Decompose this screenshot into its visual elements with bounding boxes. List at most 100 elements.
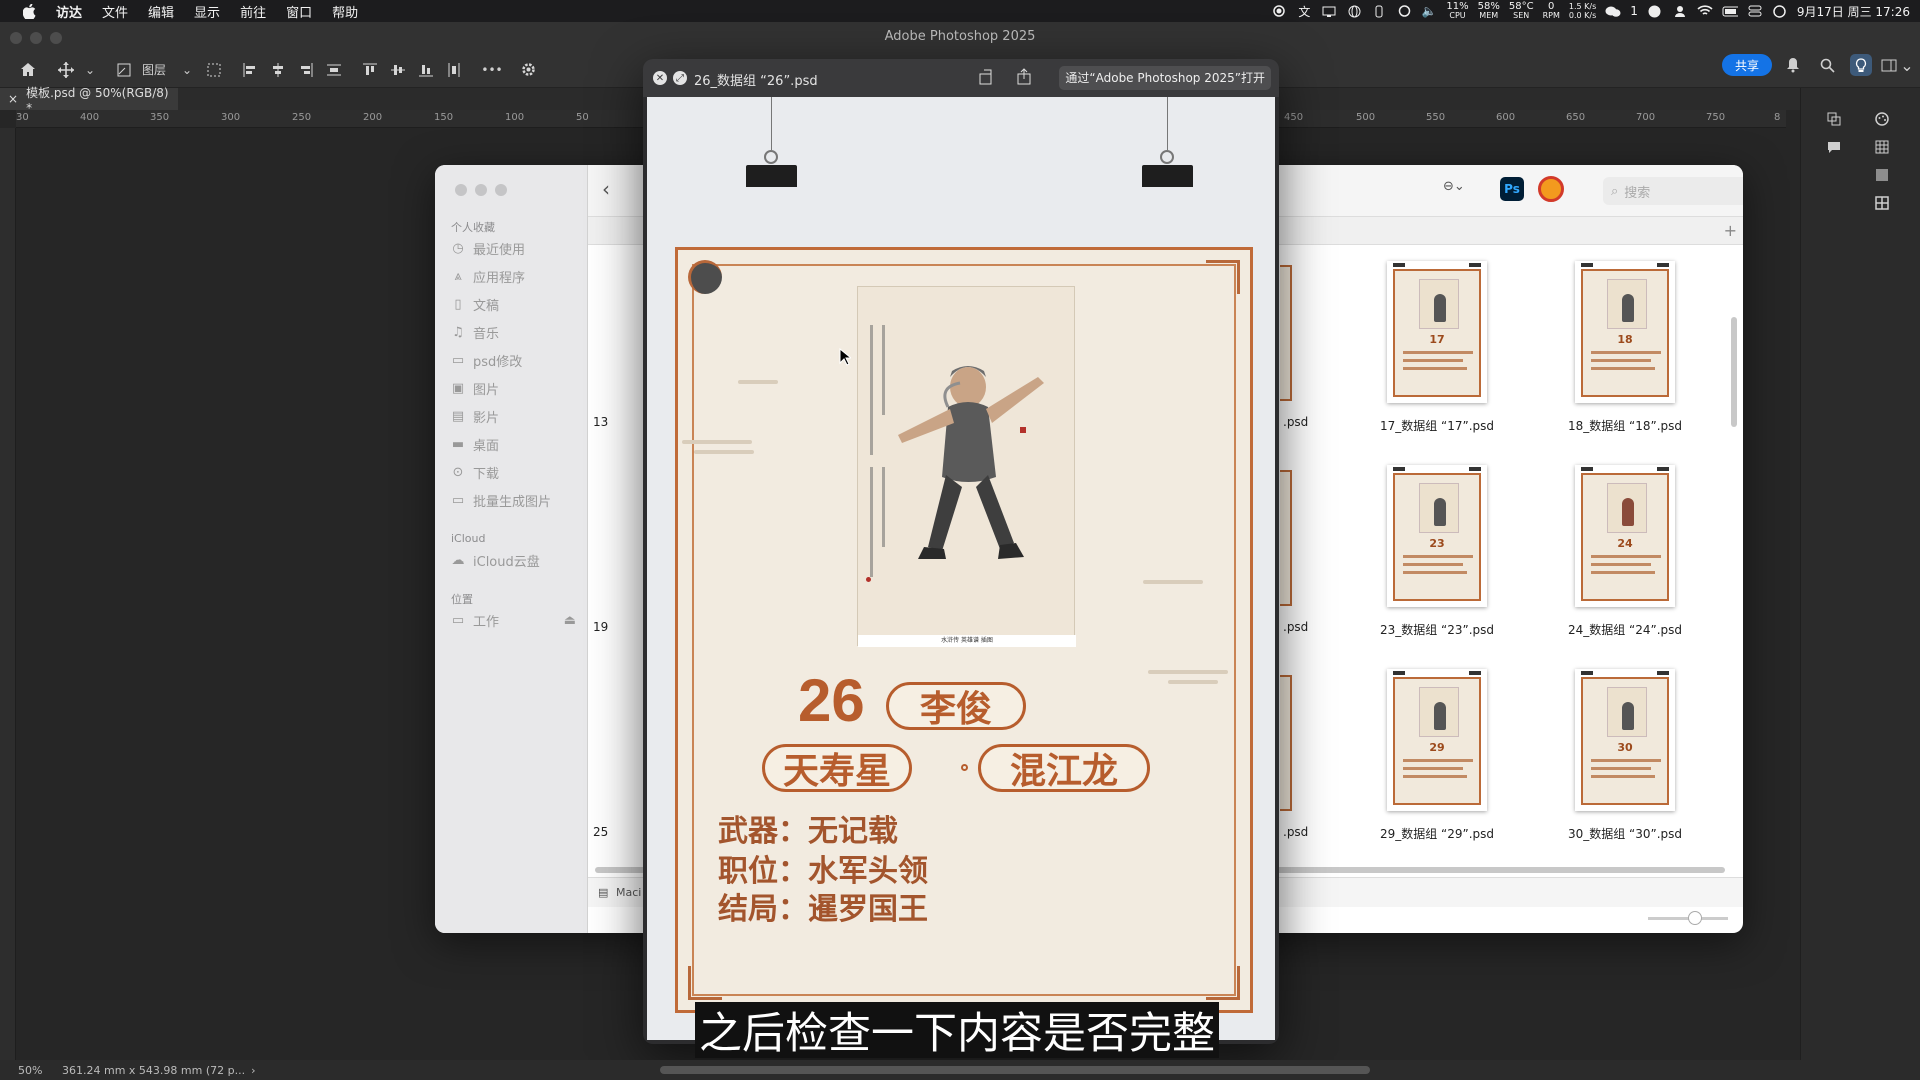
file-item[interactable]: 30 30_数据组 “30”.psd (1550, 669, 1700, 849)
file-label-partial[interactable]: 25 (593, 825, 608, 839)
window-close-button[interactable] (10, 32, 22, 44)
window-minimize-button[interactable] (30, 32, 42, 44)
align-center-icon[interactable] (266, 58, 290, 82)
history-icon[interactable] (1825, 110, 1843, 128)
menu-file[interactable]: 文件 (102, 2, 128, 21)
window-zoom-button[interactable] (50, 32, 62, 44)
align-bottom-icon[interactable] (414, 58, 438, 82)
search-icon[interactable] (1818, 56, 1836, 74)
gear-icon[interactable] (516, 58, 540, 82)
finder-zoom-button[interactable] (495, 184, 507, 196)
menu-app-finder[interactable]: 访达 (56, 2, 82, 21)
sidebar-item-desktop[interactable]: ▬ 桌面 (451, 434, 499, 454)
file-item[interactable]: 29 29_数据组 “29”.psd (1362, 669, 1512, 849)
siri-icon[interactable] (1772, 4, 1788, 18)
bell-icon[interactable] (1784, 56, 1802, 74)
more-icon[interactable]: ••• (480, 58, 504, 82)
file-thumbnail-partial[interactable] (1280, 675, 1292, 811)
sidebar-item-psd[interactable]: ▭ psd修改 (451, 350, 522, 370)
vertical-ruler[interactable] (0, 128, 16, 1060)
file-item[interactable]: 23 23_数据组 “23”.psd (1362, 465, 1512, 645)
path-item[interactable]: Maci (616, 886, 641, 899)
chevron-down-icon[interactable]: ⌄ (78, 58, 102, 82)
zoom-level[interactable]: 50% (18, 1064, 62, 1077)
gradient-icon[interactable] (1873, 166, 1891, 184)
file-item[interactable]: 24 24_数据组 “24”.psd (1550, 465, 1700, 645)
finder-minimize-button[interactable] (475, 184, 487, 196)
distribute-icon[interactable] (322, 58, 346, 82)
finder-close-button[interactable] (455, 184, 467, 196)
share-button[interactable]: 共享 (1722, 54, 1772, 76)
align-right-icon[interactable] (294, 58, 318, 82)
vertical-scrollbar[interactable] (1731, 317, 1737, 427)
sidebar-item-recents[interactable]: ◷ 最近使用 (451, 238, 525, 258)
swatches-icon[interactable] (1873, 138, 1891, 156)
sidebar-item-applications[interactable]: ⩓ 应用程序 (451, 266, 525, 286)
eject-icon[interactable]: ⏏ (564, 613, 576, 628)
search-input[interactable]: ⌕ 搜索 (1603, 177, 1743, 205)
file-thumbnail-partial[interactable] (1280, 470, 1292, 606)
file-label-partial[interactable]: .psd (1283, 825, 1308, 839)
align-left-icon[interactable] (238, 58, 262, 82)
move-tool-icon[interactable] (54, 58, 78, 82)
sidebar-item-documents[interactable]: ▯ 文稿 (451, 294, 499, 314)
close-icon[interactable]: × (8, 92, 18, 106)
file-label-partial[interactable]: 13 (593, 415, 608, 429)
open-with-button[interactable]: 通过“Adobe Photoshop 2025”打开 (1059, 66, 1271, 90)
globe-icon[interactable] (1346, 4, 1362, 18)
transform-controls-icon[interactable] (202, 58, 226, 82)
sidebar-item-work[interactable]: ▭ 工作 ⏏ (451, 610, 576, 630)
menu-help[interactable]: 帮助 (332, 2, 358, 21)
chevron-right-icon[interactable]: › (251, 1064, 255, 1077)
photoshop-app-icon[interactable]: Ps (1500, 177, 1524, 201)
file-label-partial[interactable]: .psd (1283, 415, 1308, 429)
back-icon[interactable]: ‹ (602, 177, 610, 201)
workspace-icon[interactable] (1880, 56, 1898, 74)
file-label-partial[interactable]: 19 (593, 620, 608, 634)
file-item[interactable]: 17 17_数据组 “17”.psd (1362, 261, 1512, 441)
user-icon[interactable] (1672, 4, 1688, 18)
sidebar-item-movies[interactable]: ▤ 影片 (451, 406, 499, 426)
sidebar-item-icloud[interactable]: ☁ iCloud云盘 (451, 550, 540, 570)
add-tab-icon[interactable]: + (1724, 221, 1737, 240)
menubar-datetime[interactable]: 9月17日 周三 17:26 (1797, 3, 1910, 20)
document-size[interactable]: 361.24 mm x 543.98 mm (72 p... (62, 1064, 245, 1077)
menu-window[interactable]: 窗口 (286, 2, 312, 21)
auto-select-icon[interactable] (112, 58, 136, 82)
battery-small-icon[interactable] (1371, 4, 1387, 18)
align-top-icon[interactable] (358, 58, 382, 82)
display-icon[interactable] (1321, 4, 1337, 18)
comment-icon[interactable] (1825, 138, 1843, 156)
sidebar-item-batch[interactable]: ▭ 批量生成图片 (451, 490, 551, 510)
color-icon[interactable] (1873, 110, 1891, 128)
more-actions-icon[interactable]: ⊖⌄ (1443, 179, 1465, 194)
menu-edit[interactable]: 编辑 (148, 2, 174, 21)
file-thumbnail-partial[interactable] (1280, 265, 1292, 401)
close-icon[interactable]: ✕ (653, 71, 667, 85)
menu-view[interactable]: 显示 (194, 2, 220, 21)
share-icon[interactable] (1017, 68, 1031, 89)
sidebar-item-music[interactable]: ♫ 音乐 (451, 322, 499, 342)
music-icon[interactable] (1647, 4, 1663, 18)
battery-icon[interactable] (1722, 4, 1738, 18)
translate-icon[interactable]: ⽂ (1296, 4, 1312, 19)
sidebar-item-downloads[interactable]: ⊙ 下载 (451, 462, 499, 482)
lightbulb-icon[interactable] (1850, 54, 1872, 76)
sidebar-item-pictures[interactable]: ▣ 图片 (451, 378, 499, 398)
wifi-icon[interactable] (1697, 4, 1713, 18)
file-item[interactable]: 18 18_数据组 “18”.psd (1550, 261, 1700, 441)
file-label-partial[interactable]: .psd (1283, 620, 1308, 634)
chevron-down-icon[interactable]: ⌄ (1900, 56, 1914, 75)
wechat-icon[interactable] (1605, 4, 1621, 18)
rotate-icon[interactable] (979, 69, 993, 89)
menu-go[interactable]: 前往 (240, 2, 266, 21)
distribute-vertical-icon[interactable] (442, 58, 466, 82)
layer-select[interactable]: 图层 ⌄ (142, 58, 192, 82)
patterns-icon[interactable] (1873, 194, 1891, 212)
fullscreen-icon[interactable]: ⤢ (673, 71, 687, 85)
record-icon[interactable] (1271, 4, 1287, 18)
icon-size-slider-knob[interactable] (1688, 911, 1702, 925)
align-middle-icon[interactable] (386, 58, 410, 82)
document-tab[interactable]: × 模板.psd @ 50%(RGB/8) * (0, 86, 178, 115)
apple-icon[interactable] (18, 3, 40, 19)
